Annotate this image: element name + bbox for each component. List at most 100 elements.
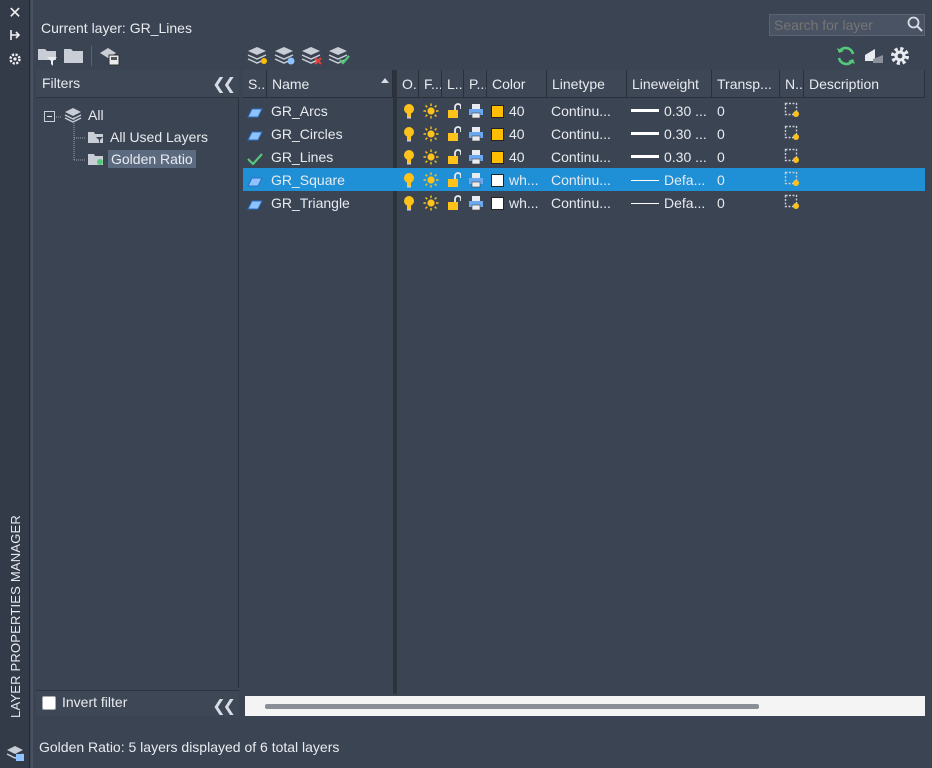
column-header-description[interactable]: Description [804,70,925,98]
table-row[interactable]: GR_Square wh... Continu... Defa... 0 [243,168,925,191]
color-cell[interactable]: 40 [491,101,545,121]
lineweight-cell[interactable]: 0.30 ... [631,101,711,121]
lineweight-cell[interactable]: Defa... [631,170,711,190]
color-cell[interactable]: 40 [491,147,545,167]
lineweight-label: 0.30 ... [664,149,707,165]
column-header-on[interactable]: O... [397,70,419,98]
new-vp-freeze-icon[interactable] [784,148,800,168]
plot-printer-icon[interactable] [468,195,484,215]
tree-node-all-used-layers[interactable]: All Used Layers [88,129,208,147]
layer-states-icon[interactable] [99,45,121,67]
thaw-sun-icon[interactable] [423,103,439,123]
tree-node-all[interactable]: All [64,107,104,126]
unlocked-icon[interactable] [447,149,461,169]
layer-name[interactable]: GR_Arcs [271,101,391,121]
linetype-cell[interactable]: Continu... [551,101,625,121]
column-header-status[interactable]: S... [243,70,267,98]
color-cell[interactable]: wh... [491,170,545,190]
transparency-cell[interactable]: 0 [717,124,777,144]
unlocked-icon[interactable] [447,103,461,123]
description-cell[interactable] [808,147,923,167]
layer-translator-icon[interactable] [863,45,885,67]
transparency-cell[interactable]: 0 [717,147,777,167]
thaw-sun-icon[interactable] [423,149,439,169]
unlocked-icon[interactable] [447,126,461,146]
thaw-sun-icon[interactable] [423,195,439,215]
layer-name[interactable]: GR_Triangle [271,193,391,213]
column-header-color[interactable]: Color [487,70,547,98]
column-header-plot[interactable]: P... [464,70,487,98]
column-header-transparency[interactable]: Transp... [712,70,780,98]
linetype-cell[interactable]: Continu... [551,124,625,144]
new-layer-vp-frozen-icon[interactable] [274,44,296,66]
on-lightbulb-icon[interactable] [403,195,415,215]
auto-hide-icon[interactable] [6,28,24,46]
color-cell[interactable]: 40 [491,124,545,144]
thaw-sun-icon[interactable] [423,172,439,192]
new-vp-freeze-icon[interactable] [784,125,800,145]
tree-node-label: All Used Layers [110,129,209,145]
column-header-freeze[interactable]: F... [419,70,442,98]
delete-layer-icon[interactable] [301,44,323,66]
set-current-icon[interactable] [328,44,350,66]
layer-name[interactable]: GR_Circles [271,124,391,144]
refresh-icon[interactable] [835,45,857,67]
scrollbar-thumb[interactable] [265,704,759,709]
description-cell[interactable] [808,193,923,213]
column-header-linetype[interactable]: Linetype [547,70,627,98]
new-vp-freeze-icon[interactable] [784,171,800,191]
unlocked-icon[interactable] [447,195,461,215]
tree-expander[interactable] [44,111,55,122]
new-group-filter-icon[interactable] [63,45,85,67]
settings-gear-icon[interactable] [889,45,911,67]
plot-printer-icon[interactable] [468,126,484,146]
on-lightbulb-icon[interactable] [403,103,415,123]
plot-printer-icon[interactable] [468,103,484,123]
invert-filter-checkbox[interactable] [42,696,56,710]
layer-name[interactable]: GR_Lines [271,147,391,167]
lineweight-cell[interactable]: 0.30 ... [631,147,711,167]
transparency-cell[interactable]: 0 [717,101,777,121]
unlocked-icon[interactable] [447,172,461,192]
close-icon[interactable]: ✕ [6,5,24,23]
horizontal-scrollbar[interactable] [245,696,925,716]
tree-node-golden-ratio[interactable]: Golden Ratio [88,150,196,169]
linetype-cell[interactable]: Continu... [551,170,625,190]
on-lightbulb-icon[interactable] [403,172,415,192]
column-header-lineweight[interactable]: Lineweight [627,70,712,98]
on-lightbulb-icon[interactable] [403,149,415,169]
color-cell[interactable]: wh... [491,193,545,213]
transparency-cell[interactable]: 0 [717,193,777,213]
search-input[interactable] [769,14,925,36]
new-layer-icon[interactable] [247,44,269,66]
thaw-sun-icon[interactable] [423,126,439,146]
linetype-cell[interactable]: Continu... [551,193,625,213]
table-row[interactable]: GR_Arcs 40 Continu... 0.30 ... 0 [243,99,925,122]
invert-filter-label[interactable]: Invert filter [62,694,127,710]
new-property-filter-icon[interactable] [37,45,59,67]
lineweight-cell[interactable]: 0.30 ... [631,124,711,144]
table-row[interactable]: GR_Lines 40 Continu... 0.30 ... 0 [243,145,925,168]
layer-status-icon [247,196,263,216]
lineweight-cell[interactable]: Defa... [631,193,711,213]
description-cell[interactable] [808,101,923,121]
color-swatch [491,197,504,210]
new-vp-freeze-icon[interactable] [784,194,800,214]
description-cell[interactable] [808,170,923,190]
new-vp-freeze-icon[interactable] [784,102,800,122]
table-row[interactable]: GR_Circles 40 Continu... 0.30 ... 0 [243,122,925,145]
properties-gear-icon[interactable] [6,52,24,70]
collapse-panel-icon[interactable]: ❮❮ [212,696,236,716]
description-cell[interactable] [808,124,923,144]
column-header-name[interactable]: Name [267,70,393,98]
plot-printer-icon[interactable] [468,172,484,192]
plot-printer-icon[interactable] [468,149,484,169]
on-lightbulb-icon[interactable] [403,126,415,146]
search-icon[interactable] [906,15,924,33]
transparency-cell[interactable]: 0 [717,170,777,190]
layer-name[interactable]: GR_Square [271,170,391,190]
column-header-new-vp-freeze[interactable]: N... [780,70,804,98]
table-row[interactable]: GR_Triangle wh... Continu... Defa... 0 [243,191,925,214]
linetype-cell[interactable]: Continu... [551,147,625,167]
column-header-lock[interactable]: L... [442,70,464,98]
